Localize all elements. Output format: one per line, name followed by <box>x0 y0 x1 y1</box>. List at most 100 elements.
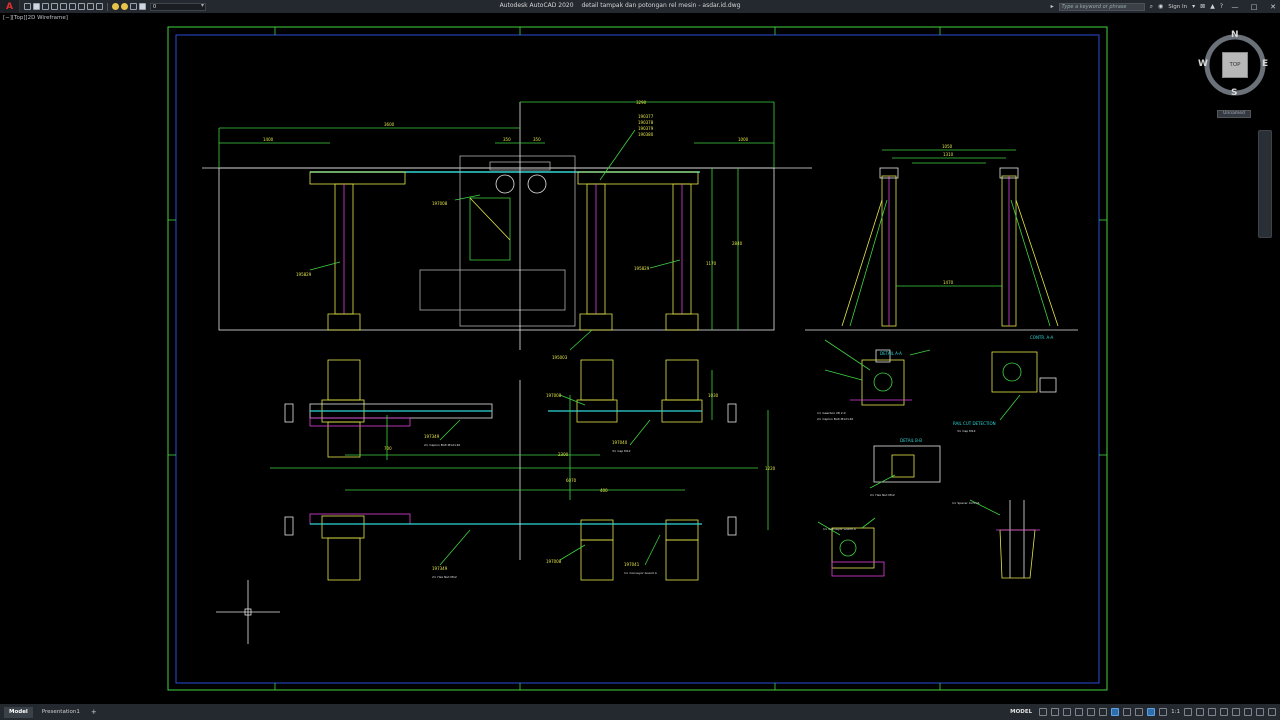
navigation-bar[interactable] <box>1258 130 1272 238</box>
note-label: 1× Conveyor Guard A <box>823 527 857 531</box>
undo-icon[interactable] <box>87 3 94 10</box>
quick-access-toolbar: 0 <box>20 2 206 11</box>
new-icon[interactable] <box>24 3 31 10</box>
window-title: Autodesk AutoCAD 2020 detail tampak dan … <box>420 2 820 9</box>
layer-color-icon[interactable] <box>139 3 146 10</box>
add-layout-button[interactable]: + <box>91 708 97 716</box>
model-space-toggle[interactable]: MODEL <box>1010 709 1032 715</box>
note-label: 1× Spacer 4×5×6 <box>952 501 980 505</box>
lineweight-icon[interactable] <box>1111 708 1120 716</box>
part-label: 197349 <box>432 566 448 571</box>
part-label: 197349 <box>424 434 440 439</box>
dim-label: 3290 <box>636 100 647 105</box>
annotation-visibility-icon[interactable] <box>1147 708 1156 716</box>
cart-icon[interactable]: ⊠ <box>1200 3 1205 10</box>
part-label: 197008 <box>546 393 562 398</box>
note-label: 3× Cap M12 <box>957 429 976 433</box>
minimize-button[interactable]: — <box>1228 3 1242 11</box>
part-label: 195829 <box>296 272 312 277</box>
plot-icon[interactable] <box>78 3 85 10</box>
otrack-icon[interactable] <box>1099 708 1108 716</box>
user-icon[interactable]: ◉ <box>1158 3 1163 10</box>
annotation-scale[interactable]: 1:1 <box>1171 709 1180 715</box>
sign-in-link[interactable]: Sign In <box>1168 4 1187 10</box>
dim-label: 1000 <box>738 137 749 142</box>
workspace-gear-icon[interactable] <box>1184 708 1192 716</box>
layer-dropdown[interactable]: 0 <box>150 2 206 11</box>
annotation-monitor-icon[interactable] <box>1196 708 1204 716</box>
save-icon[interactable] <box>42 3 49 10</box>
dim-label: 350 <box>503 137 511 142</box>
auto-scale-icon[interactable] <box>1159 708 1168 716</box>
isolate-objects-icon[interactable] <box>1232 708 1240 716</box>
part-label: 197041 <box>624 562 640 567</box>
dim-label: 1220 <box>765 466 776 471</box>
crosshair-cursor <box>216 580 280 644</box>
part-label: 190379 <box>638 126 654 131</box>
viewcube-top-face[interactable]: TOP <box>1222 52 1248 78</box>
tab-presentation1[interactable]: Presentation1 <box>37 707 85 718</box>
dim-label: 350 <box>533 137 541 142</box>
dim-label: 3600 <box>384 122 395 127</box>
maximize-button[interactable]: □ <box>1247 3 1261 11</box>
layer-on-icon[interactable] <box>112 3 119 10</box>
chevron-down-icon[interactable]: ▾ <box>1192 3 1195 10</box>
quick-properties-icon[interactable] <box>1220 708 1228 716</box>
dim-label: 1170 <box>706 261 717 266</box>
a360-icon[interactable]: ▲ <box>1210 3 1215 10</box>
open-web-icon[interactable] <box>60 3 67 10</box>
dim-label: 6070 <box>566 478 577 483</box>
compass-north[interactable]: N <box>1231 30 1239 40</box>
part-label: 195829 <box>634 266 650 271</box>
part-label: 197040 <box>612 440 628 445</box>
layer-freeze-icon[interactable] <box>121 3 128 10</box>
help-search-input[interactable]: Type a keyword or phrase <box>1058 2 1145 11</box>
plan-view-labels: 700 2300 6070 400 1220 1030 197349 19704… <box>384 393 776 579</box>
part-label: 190380 <box>638 132 654 137</box>
part-label: 197008 <box>432 201 448 206</box>
title-right-tools: ▸ Type a keyword or phrase ⌕ ◉ Sign In ▾… <box>1051 0 1280 13</box>
section-title: RAIL CUT DETECTION <box>953 421 996 426</box>
compass-south[interactable]: S <box>1231 88 1237 98</box>
tab-model[interactable]: Model <box>4 706 33 718</box>
redo-icon[interactable] <box>96 3 103 10</box>
help-icon[interactable]: ? <box>1220 3 1223 10</box>
compass-west[interactable]: W <box>1198 59 1208 69</box>
search-arrow-icon[interactable]: ▸ <box>1051 3 1054 10</box>
osnap-icon[interactable] <box>1087 708 1096 716</box>
units-icon[interactable] <box>1208 708 1216 716</box>
open-icon[interactable] <box>33 3 40 10</box>
compass-east[interactable]: E <box>1262 59 1268 69</box>
dim-label: 400 <box>600 488 608 493</box>
drawing-canvas[interactable]: 3290 3600 1400 1000 350 350 2840 1170 19… <box>0 13 1280 704</box>
detail-labels: DETAIL A-A DETAIL B-B CONTR. A-A RAIL CU… <box>817 335 1054 531</box>
snap-icon[interactable] <box>1051 708 1060 716</box>
dim-label: 1310 <box>943 152 954 157</box>
wcs-menu[interactable]: Unnamed <box>1217 110 1251 118</box>
close-button[interactable]: ✕ <box>1266 3 1280 11</box>
part-label: 195003 <box>552 355 568 360</box>
side-elevation-view <box>805 149 1078 331</box>
application-menu-button[interactable]: A <box>0 0 20 13</box>
dim-label: 1030 <box>708 393 719 398</box>
transparency-icon[interactable] <box>1123 708 1132 716</box>
binoculars-icon[interactable]: ⌕ <box>1150 3 1153 11</box>
dim-label: 1400 <box>263 137 274 142</box>
save-web-icon[interactable] <box>69 3 76 10</box>
clean-screen-icon[interactable] <box>1256 708 1264 716</box>
selection-cycling-icon[interactable] <box>1135 708 1144 716</box>
hardware-acceleration-icon[interactable] <box>1244 708 1252 716</box>
plan-view <box>270 359 769 581</box>
part-label: 190377 <box>638 114 654 119</box>
dim-label: 2300 <box>558 452 569 457</box>
ortho-icon[interactable] <box>1063 708 1072 716</box>
polar-icon[interactable] <box>1075 708 1084 716</box>
viewport-controls-label[interactable]: [−][Top][2D Wireframe] <box>3 15 68 21</box>
grid-icon[interactable] <box>1039 708 1048 716</box>
dim-label: 1470 <box>943 280 954 285</box>
status-tray: MODEL 1:1 <box>1010 704 1276 720</box>
customization-menu-icon[interactable] <box>1268 708 1276 716</box>
save-as-icon[interactable] <box>51 3 58 10</box>
viewcube[interactable]: N S E W TOP <box>1198 28 1272 102</box>
layer-lock-icon[interactable] <box>130 3 137 10</box>
